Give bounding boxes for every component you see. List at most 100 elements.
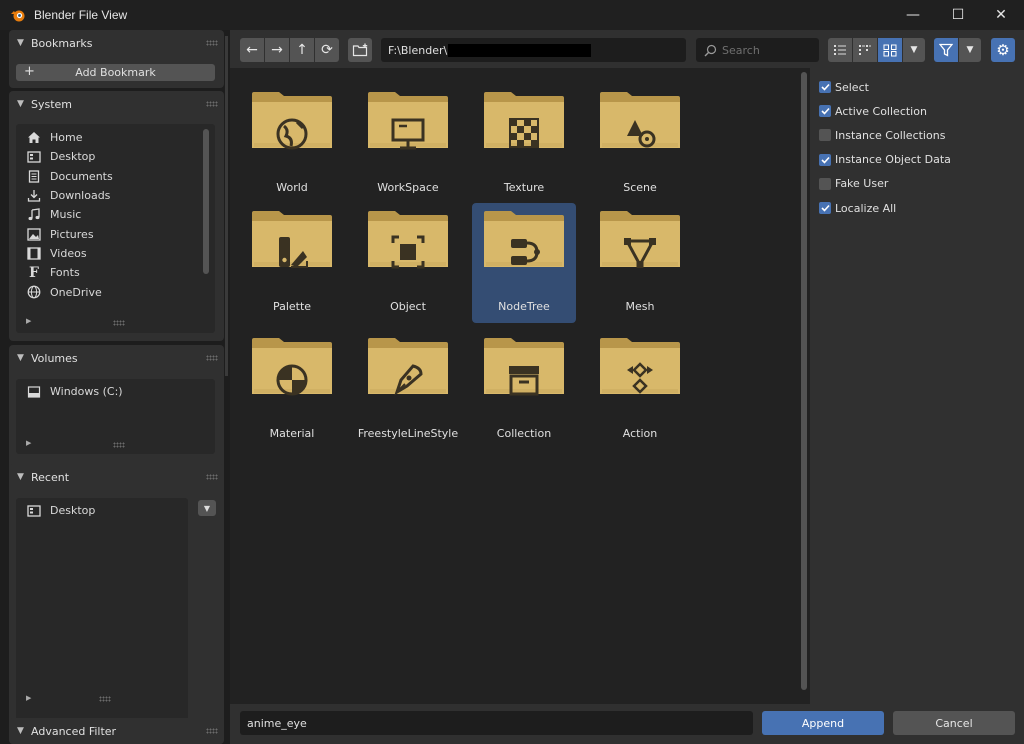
sidebar-item-desktop[interactable]: Desktop <box>16 147 215 166</box>
sidebar-scrollbar[interactable] <box>225 36 228 376</box>
search-icon <box>704 44 717 56</box>
sidebar-item-label: Home <box>50 131 83 145</box>
minimize-button[interactable]: — <box>890 0 936 30</box>
add-bookmark-button[interactable]: + Add Bookmark <box>16 64 215 81</box>
sidebar-item-pictures[interactable]: Pictures <box>16 224 215 243</box>
drag-handle[interactable] <box>206 474 218 480</box>
scene-icon <box>600 92 680 148</box>
chevron-down-icon: ▼ <box>910 45 918 55</box>
option-active-collection[interactable]: Active Collection <box>819 103 927 119</box>
system-scrollbar[interactable] <box>203 129 209 274</box>
vertical-list-button[interactable] <box>828 38 852 62</box>
option-label: Fake User <box>835 177 889 191</box>
file-browser-area: World WorkSpace Texture Scene Palette Object N… <box>230 68 810 704</box>
filter-toggle-button[interactable] <box>934 38 958 62</box>
plus-icon: + <box>24 64 35 79</box>
sidebar-item-windows-c[interactable]: Windows (C:) <box>16 382 215 401</box>
option-fake-user[interactable]: Fake User <box>819 176 888 192</box>
checkbox[interactable] <box>819 202 831 214</box>
sidebar-item-documents[interactable]: Documents <box>16 167 215 186</box>
blender-logo-icon <box>11 10 25 22</box>
resize-grip[interactable] <box>99 696 111 702</box>
globe-icon <box>26 285 42 299</box>
file-tile-scene[interactable]: Scene <box>588 84 692 204</box>
sidebar-item-label: Downloads <box>50 189 111 203</box>
filename-input[interactable]: anime_eye <box>240 711 753 735</box>
drag-handle[interactable] <box>206 728 218 734</box>
path-input[interactable]: F:\Blender\ <box>381 38 686 62</box>
expand-arrow-icon[interactable]: ▶ <box>26 694 31 702</box>
sidebar-item-recent-desktop[interactable]: Desktop <box>16 501 188 520</box>
new-folder-button[interactable] <box>348 38 372 62</box>
bookmarks-header[interactable]: ▼ Bookmarks <box>9 30 224 56</box>
file-area-scrollbar[interactable] <box>801 72 807 690</box>
sidebar-item-onedrive[interactable]: OneDrive <box>16 282 215 301</box>
append-button[interactable]: Append <box>762 711 884 735</box>
advanced-filter-header[interactable]: ▼ Advanced Filter <box>9 718 224 744</box>
resize-grip[interactable] <box>113 320 125 326</box>
sidebar-item-music[interactable]: Music <box>16 205 215 224</box>
file-tile-material[interactable]: Material <box>240 330 344 450</box>
recent-panel: ▼ Recent Desktop ▶ ▼ <box>9 464 224 744</box>
option-instance-collections[interactable]: Instance Collections <box>819 127 945 143</box>
drag-handle[interactable] <box>206 101 218 107</box>
parent-directory-button[interactable]: ↑ <box>290 38 314 62</box>
arrow-right-icon: → <box>271 42 283 58</box>
close-button[interactable]: ✕ <box>978 0 1024 30</box>
search-input[interactable]: Search <box>696 38 819 62</box>
sidebar-item-videos[interactable]: Videos <box>16 244 215 263</box>
checkbox[interactable] <box>819 81 831 93</box>
window-title: Blender File View <box>34 8 128 22</box>
drag-handle[interactable] <box>206 355 218 361</box>
desktop-icon <box>26 150 42 164</box>
maximize-button[interactable]: ☐ <box>935 0 981 30</box>
settings-toggle-button[interactable]: ⚙ <box>991 38 1015 62</box>
file-tile-collection[interactable]: Collection <box>472 330 576 450</box>
recent-menu-button[interactable]: ▼ <box>198 500 216 516</box>
horizontal-list-button[interactable] <box>853 38 877 62</box>
file-tile-texture[interactable]: Texture <box>472 84 576 204</box>
refresh-button[interactable]: ⟳ <box>315 38 339 62</box>
option-label: Active Collection <box>835 104 927 118</box>
file-tile-world[interactable]: World <box>240 84 344 204</box>
file-tile-freestylelinestyle[interactable]: FreestyleLineStyle <box>356 330 460 450</box>
sidebar-item-home[interactable]: Home <box>16 128 215 147</box>
checkbox[interactable] <box>819 105 831 118</box>
recent-title: Recent <box>31 470 70 484</box>
file-tile-nodetree[interactable]: NodeTree <box>472 203 576 323</box>
system-header[interactable]: ▼ System <box>9 91 224 117</box>
filter-settings-dropdown[interactable]: ▼ <box>959 38 981 62</box>
forward-button[interactable]: → <box>265 38 289 62</box>
volumes-header[interactable]: ▼ Volumes <box>9 345 224 371</box>
resize-grip[interactable] <box>113 442 125 448</box>
recent-header[interactable]: ▼ Recent <box>9 464 224 490</box>
back-button[interactable]: ← <box>240 38 264 62</box>
sidebar-item-downloads[interactable]: Downloads <box>16 186 215 205</box>
expand-arrow-icon[interactable]: ▶ <box>26 439 31 447</box>
system-list: Home Desktop Documents Downloads Music P… <box>16 124 215 333</box>
thumbnails-button[interactable] <box>878 38 902 62</box>
checkbox[interactable] <box>819 153 831 166</box>
file-tile-action[interactable]: Action <box>588 330 692 450</box>
advanced-filter-panel: ▼ Advanced Filter <box>9 718 224 744</box>
texture-icon <box>484 92 564 148</box>
option-instance-object-data[interactable]: Instance Object Data <box>819 152 951 168</box>
checkbox[interactable] <box>819 129 831 142</box>
file-tile-mesh[interactable]: Mesh <box>588 203 692 323</box>
documents-icon <box>26 169 42 183</box>
file-tile-palette[interactable]: Palette <box>240 203 344 323</box>
file-tile-workspace[interactable]: WorkSpace <box>356 84 460 204</box>
file-tile-object[interactable]: Object <box>356 203 460 323</box>
cancel-button[interactable]: Cancel <box>893 711 1015 735</box>
checkbox[interactable] <box>819 177 831 190</box>
option-localize-all[interactable]: Localize All <box>819 200 896 216</box>
expand-arrow-icon[interactable]: ▶ <box>26 317 31 325</box>
file-tile-label: Texture <box>503 181 545 194</box>
option-label: Localize All <box>835 201 897 215</box>
sidebar-item-label: Videos <box>50 246 87 260</box>
chevron-down-icon: ▼ <box>17 353 24 363</box>
sidebar-item-fonts[interactable]: F Fonts <box>16 263 215 282</box>
display-settings-dropdown[interactable]: ▼ <box>903 38 925 62</box>
drag-handle[interactable] <box>206 40 218 46</box>
option-select[interactable]: Select <box>819 79 869 95</box>
